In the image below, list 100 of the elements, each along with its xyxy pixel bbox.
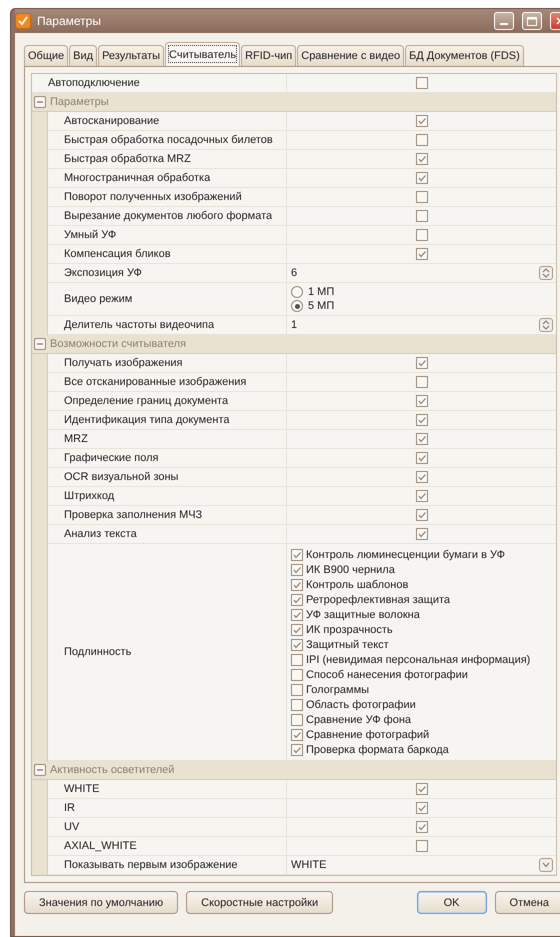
collapse-icon[interactable]	[34, 338, 46, 350]
check-icon	[416, 249, 426, 259]
property-label: Вырезание документов любого формата	[64, 210, 272, 222]
tab[interactable]: БД Документов (FDS)	[405, 45, 524, 66]
checkbox[interactable]	[291, 624, 303, 636]
checkbox[interactable]	[416, 229, 428, 241]
tab[interactable]: Результаты	[98, 45, 164, 66]
checkbox[interactable]	[416, 452, 428, 464]
spin-icon[interactable]	[539, 266, 553, 280]
checkbox[interactable]	[416, 191, 428, 203]
checkbox[interactable]	[416, 248, 428, 260]
category-title: Возможности считывателя	[50, 338, 186, 350]
checkbox[interactable]	[416, 821, 428, 833]
checkbox-label: Контроль шаблонов	[306, 578, 408, 590]
dropdown-caret-icon[interactable]	[539, 858, 553, 872]
checkbox-label: Область фотографии	[306, 698, 416, 710]
checkbox[interactable]	[291, 728, 303, 740]
checkbox[interactable]	[291, 564, 303, 576]
spin-icon[interactable]	[539, 318, 553, 332]
radio-button[interactable]	[291, 300, 303, 312]
checkbox-label: Сравнение фотографий	[306, 728, 430, 740]
minimize-button[interactable]	[494, 12, 514, 30]
checkbox[interactable]	[416, 414, 428, 426]
checkbox[interactable]	[416, 471, 428, 483]
property-label: IR	[64, 802, 75, 814]
value-text[interactable]: WHITE	[291, 859, 326, 871]
checkbox[interactable]	[416, 172, 428, 184]
checkbox[interactable]	[291, 638, 303, 650]
property-label: Видео режим	[64, 293, 132, 305]
checkbox[interactable]	[416, 840, 428, 852]
checkbox[interactable]	[416, 77, 428, 89]
property-label: Подлинность	[64, 646, 132, 658]
maximize-button[interactable]	[522, 12, 542, 30]
checkbox-label: Ретрорефлективная защита	[306, 594, 450, 606]
checkbox[interactable]	[416, 783, 428, 795]
checkbox[interactable]	[291, 668, 303, 680]
checkbox[interactable]	[416, 153, 428, 165]
property-label: Автоподключение	[48, 77, 140, 89]
property-label: Все отсканированные изображения	[64, 376, 246, 388]
property-label: Показывать первым изображение	[64, 859, 238, 871]
dialog-button[interactable]: Отмена	[494, 891, 560, 914]
tab[interactable]: Вид	[69, 45, 98, 66]
checkbox[interactable]	[291, 594, 303, 606]
checkbox[interactable]	[416, 490, 428, 502]
checkbox-label: ИК B900 чернила	[306, 564, 395, 576]
checkbox[interactable]	[291, 654, 303, 666]
checkbox[interactable]	[416, 509, 428, 521]
property-label: Штрихкод	[64, 490, 114, 502]
checkbox[interactable]	[291, 578, 303, 590]
property-label: WHITE	[64, 783, 100, 795]
property-label: Автосканирование	[64, 115, 160, 127]
tab[interactable]: RFID-чип	[241, 45, 296, 66]
radio-button[interactable]	[291, 286, 303, 298]
checkbox[interactable]	[416, 802, 428, 814]
dialog-button[interactable]: Скоростные настройки	[186, 891, 334, 914]
category-title: Параметры	[50, 96, 109, 108]
checkbox[interactable]	[416, 134, 428, 146]
tab[interactable]: Сравнение с видео	[297, 45, 404, 66]
category-title: Активность осветителей	[50, 764, 174, 776]
checkbox[interactable]	[416, 395, 428, 407]
checkbox[interactable]	[416, 433, 428, 445]
checkbox[interactable]	[416, 528, 428, 540]
property-label: Графические поля	[64, 452, 158, 464]
property-label: Делитель частоты видеочипа	[64, 319, 214, 331]
checkbox[interactable]	[416, 376, 428, 388]
checkbox[interactable]	[291, 608, 303, 620]
property-label: Получать изображения	[64, 357, 183, 369]
checkbox-label: Контроль люминесценции бумаги в УФ	[306, 548, 506, 560]
checkbox-label: Голограммы	[306, 684, 370, 696]
tab[interactable]: Считыватель	[165, 42, 240, 66]
property-label: UV	[64, 821, 80, 833]
property-label: Быстрая обработка посадочных билетов	[64, 134, 273, 146]
checkbox-label: Способ нанесения фотографии	[306, 668, 468, 680]
property-label: Проверка заполнения МЧЗ	[64, 509, 202, 521]
dialog-button[interactable]: Значения по умолчанию	[24, 891, 178, 914]
maximize-icon	[527, 16, 537, 26]
checkbox[interactable]	[291, 744, 303, 756]
checkbox-label: Сравнение УФ фона	[306, 714, 412, 726]
checkbox[interactable]	[416, 115, 428, 127]
checkbox[interactable]	[416, 210, 428, 222]
radio-label: 5 МП	[308, 300, 334, 312]
dialog-button[interactable]: OK	[416, 891, 487, 914]
property-label: Многостраничная обработка	[64, 172, 210, 184]
checkbox-label: Проверка формата баркода	[306, 744, 449, 756]
value-text[interactable]: 1	[291, 319, 298, 331]
property-label: OCR визуальной зоны	[64, 471, 178, 483]
collapse-icon[interactable]	[34, 96, 46, 108]
checkbox[interactable]	[291, 714, 303, 726]
radio-label: 1 МП	[308, 286, 334, 298]
checkbox[interactable]	[291, 548, 303, 560]
checkbox[interactable]	[291, 684, 303, 696]
check-icon	[416, 358, 426, 368]
checkbox[interactable]	[416, 357, 428, 369]
checkbox[interactable]	[291, 698, 303, 710]
property-label: AXIAL_WHITE	[64, 840, 137, 852]
check-icon	[416, 116, 426, 126]
value-text[interactable]: 6	[291, 267, 298, 279]
collapse-icon[interactable]	[34, 764, 46, 776]
tab[interactable]: Общие	[24, 45, 68, 66]
window-title: Параметры	[37, 14, 102, 28]
